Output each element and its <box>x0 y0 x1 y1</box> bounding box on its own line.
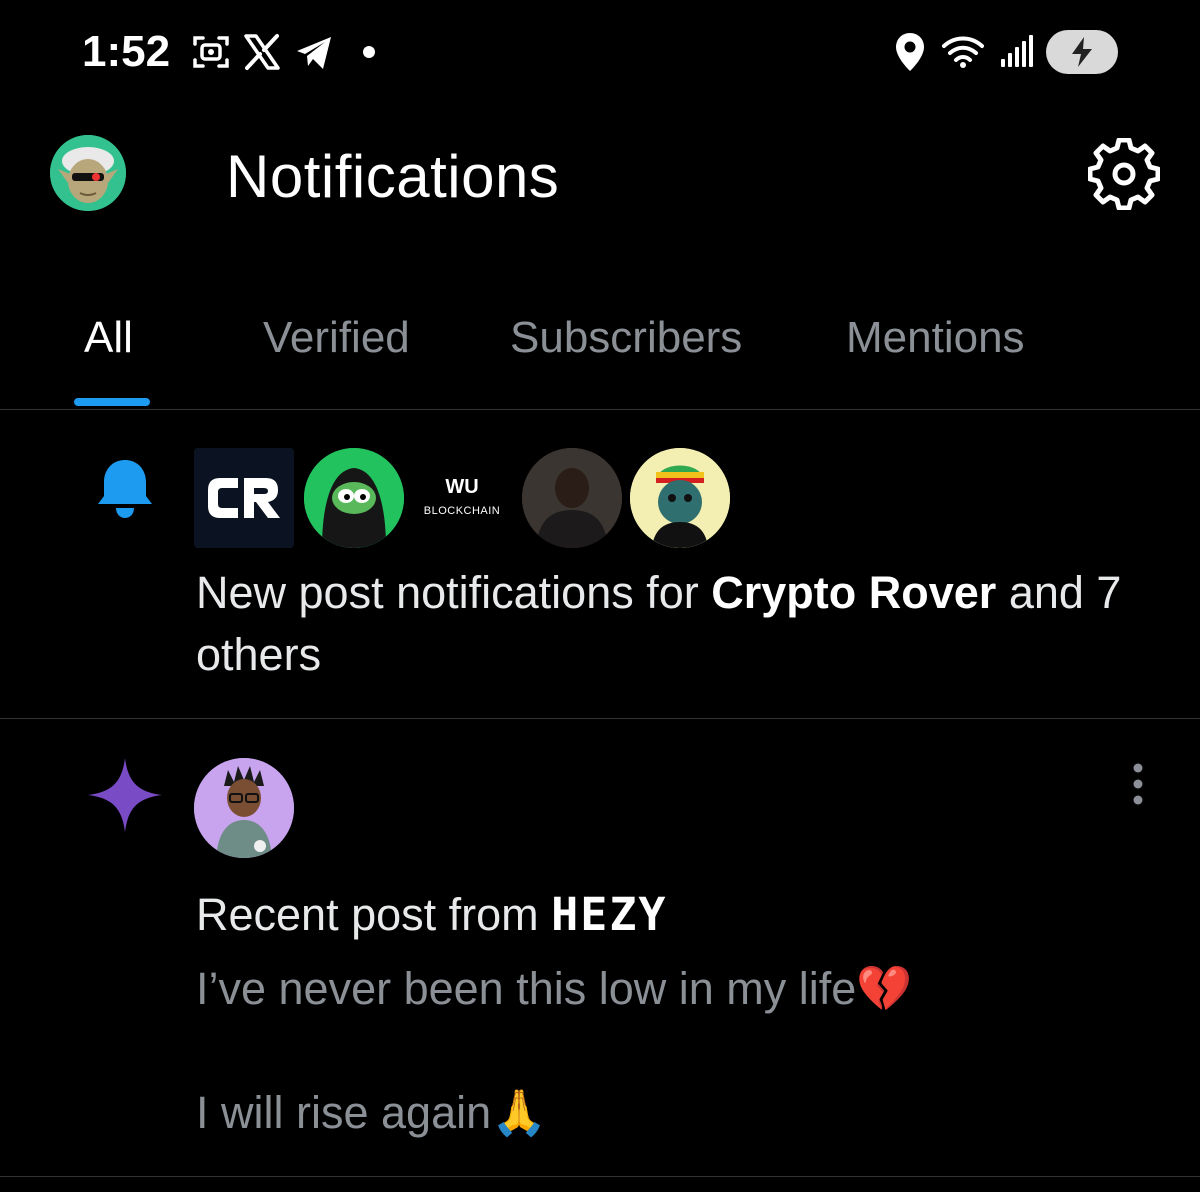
dot-icon <box>362 30 376 74</box>
location-icon <box>892 30 928 74</box>
recent-post-heading: Recent post from HEZY <box>196 884 668 946</box>
tab-verified[interactable]: Verified <box>263 310 410 366</box>
blockchain-logo-text: BLOCKCHAIN <box>423 505 501 517</box>
post-text-line-1: I’ve never been this low in my life💔 <box>196 963 913 1014</box>
wifi-icon <box>940 30 986 74</box>
telegram-icon <box>292 30 336 74</box>
sparkle-icon <box>86 756 164 834</box>
page-title: Notifications <box>226 143 560 210</box>
notification-text-prefix: New post notifications for <box>196 567 712 618</box>
profile-avatar[interactable] <box>50 135 126 211</box>
notification-tabs: All Verified Subscribers Mentions <box>0 300 1200 410</box>
wu-blockchain-avatar[interactable]: WU BLOCKCHAIN <box>412 448 512 548</box>
new-post-notification-text: New post notifications for Crypto Rover … <box>196 562 1176 686</box>
signal-icon <box>998 30 1034 74</box>
rasta-ape-avatar[interactable] <box>630 448 730 548</box>
post-text-line-2: I will rise again🙏 <box>196 1087 548 1138</box>
status-time: 1:52 <box>82 27 171 76</box>
hezy-avatar[interactable] <box>194 758 294 858</box>
tab-all[interactable]: All <box>84 310 133 366</box>
tab-subscribers[interactable]: Subscribers <box>510 310 742 366</box>
screenshot-icon <box>190 30 232 74</box>
wu-logo-text: WU <box>445 476 479 498</box>
recent-post-author[interactable]: HEZY <box>551 888 667 941</box>
x-logo-icon <box>240 30 284 74</box>
bell-icon <box>94 456 156 520</box>
bottom-divider <box>0 1176 1200 1177</box>
notification-item-recent-post[interactable] <box>0 719 1200 1177</box>
battery-charging-icon <box>1046 30 1118 74</box>
person-avatar[interactable] <box>522 448 622 548</box>
active-tab-indicator <box>74 398 150 406</box>
notification-author-name[interactable]: Crypto Rover <box>711 567 996 618</box>
gear-icon[interactable] <box>1087 137 1161 211</box>
recent-post-prefix: Recent post from <box>196 889 552 940</box>
more-options-icon[interactable] <box>1124 762 1152 806</box>
green-frog-avatar[interactable] <box>304 448 404 548</box>
tab-mentions[interactable]: Mentions <box>846 310 1025 366</box>
cr-logo-avatar[interactable] <box>194 448 294 548</box>
